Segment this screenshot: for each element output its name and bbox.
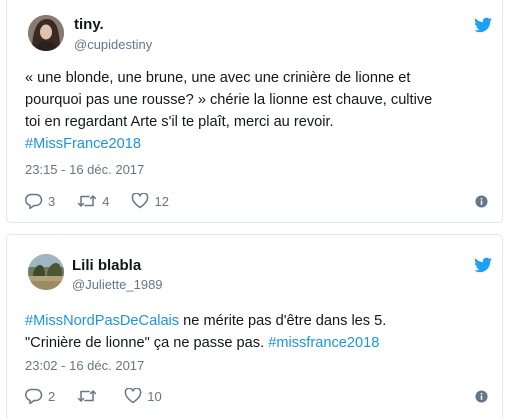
tweet-text: « une blonde, une brune, une avec une cr… xyxy=(25,67,495,155)
heart-icon xyxy=(132,193,149,209)
user-handle[interactable]: @cupidestiny xyxy=(74,37,152,52)
hashtag-link[interactable]: #missfrance2018 xyxy=(268,335,379,351)
avatar-photo xyxy=(28,15,64,51)
tweet-text-line: pourquoi pas une rousse? » chérie la lio… xyxy=(25,92,433,108)
info-icon[interactable] xyxy=(475,195,488,208)
like-button[interactable]: 10 xyxy=(124,388,162,404)
like-count: 10 xyxy=(147,388,162,404)
tweet-text-line: toi en regardant Arte s'il te plaît, mer… xyxy=(25,114,334,130)
avatar[interactable] xyxy=(28,15,64,51)
user-name[interactable]: tiny. xyxy=(74,16,104,33)
reply-icon xyxy=(25,193,43,209)
info-icon[interactable] xyxy=(475,390,488,403)
retweet-button[interactable]: 4 xyxy=(77,193,109,209)
tweet-text-line: « une blonde, une brune, une avec une cr… xyxy=(25,70,411,86)
retweet-count: 4 xyxy=(102,193,110,209)
reply-button[interactable]: 2 xyxy=(25,388,55,404)
reply-count: 2 xyxy=(48,388,56,404)
tweet-text: #MissNordPasDeCalais ne mérite pas d'êtr… xyxy=(25,310,495,354)
tweet-text-segment: "Crinière de lionne" ça ne passe pas. xyxy=(25,335,269,351)
avatar[interactable] xyxy=(28,254,64,290)
tweet-text-line: #MissNordPasDeCalais ne mérite pas d'êtr… xyxy=(25,310,495,332)
reply-count: 3 xyxy=(48,193,56,209)
tweet-card: tiny. @cupidestiny « une blonde, une bru… xyxy=(6,0,503,223)
retweet-icon xyxy=(77,390,97,402)
user-name[interactable]: Lili blabla xyxy=(72,257,141,274)
like-count: 12 xyxy=(154,193,169,209)
tweet-timestamp[interactable]: 23:02 - 16 déc. 2017 xyxy=(25,358,144,373)
tweet-text-line: "Crinière de lionne" ça ne passe pas. #m… xyxy=(25,332,495,354)
reply-icon xyxy=(25,388,43,404)
tweet-actions: 3 4 12 xyxy=(25,191,191,211)
tweet-timestamp[interactable]: 23:15 - 16 déc. 2017 xyxy=(25,162,144,177)
tweet-text-segment: ne mérite pas d'être dans les 5. xyxy=(179,313,387,329)
avatar-photo xyxy=(28,254,64,290)
retweet-button[interactable] xyxy=(77,388,102,404)
retweet-icon xyxy=(77,195,97,207)
twitter-bird-icon[interactable] xyxy=(474,17,492,33)
hashtag-link[interactable]: #MissNordPasDeCalais xyxy=(25,313,179,329)
tweet-actions: 2 10 xyxy=(25,386,184,406)
twitter-bird-icon[interactable] xyxy=(474,257,492,273)
user-handle[interactable]: @Juliette_1989 xyxy=(72,277,163,292)
tweet-card: Lili blabla @Juliette_1989 #MissNordPasD… xyxy=(6,234,503,419)
like-button[interactable]: 12 xyxy=(131,193,169,209)
heart-icon xyxy=(124,388,142,404)
hashtag-link[interactable]: #MissFrance2018 xyxy=(25,133,495,155)
reply-button[interactable]: 3 xyxy=(25,193,55,209)
